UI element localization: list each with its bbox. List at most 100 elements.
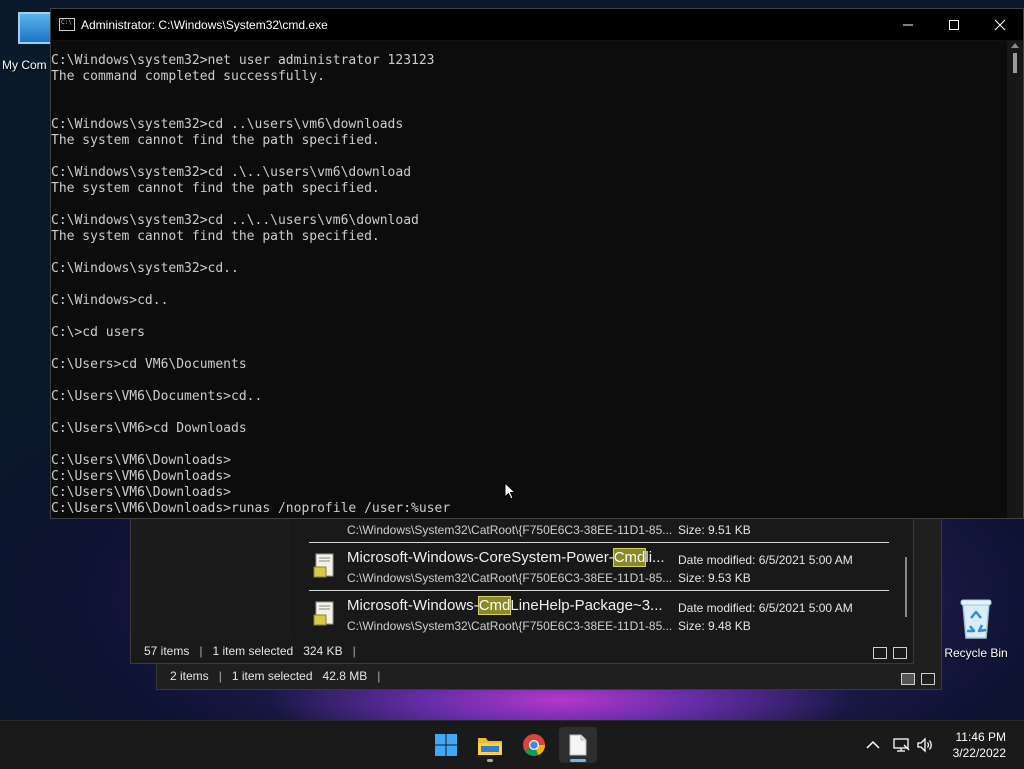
console-line: C:\Users>cd VM6\Documents <box>51 357 247 372</box>
console-line: The system cannot find the path specifie… <box>51 181 380 196</box>
search-results-list[interactable]: C:\Windows\System32\CatRoot\{F750E6C3-38… <box>309 519 909 639</box>
clock-date: 3/22/2022 <box>952 746 1006 760</box>
volume-icon[interactable] <box>916 736 934 754</box>
file-name: Microsoft-Windows-CoreSystem-Power-Cmdli… <box>347 548 665 567</box>
close-button[interactable] <box>977 9 1023 40</box>
file-size: Size: 9.48 KB <box>678 619 751 633</box>
catalog-file-icon <box>313 553 334 578</box>
catalog-file-icon <box>313 601 334 626</box>
console-output[interactable]: C:\Windows\system32>net user administrat… <box>51 53 1007 518</box>
console-line: C:\Windows\system32>net user administrat… <box>51 53 435 68</box>
console-line: The system cannot find the path specifie… <box>51 133 380 148</box>
chrome-icon <box>523 734 545 756</box>
desktop-icon-my-computer[interactable]: My Com <box>0 8 56 72</box>
details-view-button[interactable] <box>873 647 887 659</box>
network-icon[interactable] <box>892 736 910 754</box>
file-explorer-taskbar-button[interactable] <box>471 727 509 763</box>
console-line: C:\Users\VM6\Downloads> <box>51 485 232 500</box>
console-line: C:\Users\VM6\Downloads> <box>51 453 232 468</box>
date-modified: Date modified: 6/5/2021 5:00 AM <box>678 601 853 615</box>
console-line: C:\Windows\system32>cd.. <box>51 261 239 276</box>
file-size: Size: 9.51 KB <box>678 523 751 537</box>
document-icon <box>569 734 587 756</box>
minimize-button[interactable] <box>885 9 931 40</box>
file-path: C:\Windows\System32\CatRoot\{F750E6C3-38… <box>347 523 673 537</box>
details-view-button[interactable] <box>901 673 915 685</box>
desktop-icon-recycle-bin[interactable]: Recycle Bin <box>940 596 1012 660</box>
clock-time: 11:46 PM <box>955 730 1006 744</box>
desktop-icon-label: My Com <box>2 58 47 72</box>
selection-count: 1 item selected <box>212 644 294 658</box>
title-bar[interactable]: Administrator: C:\Windows\System32\cmd.e… <box>51 9 1023 41</box>
scroll-up-icon[interactable] <box>1011 43 1019 48</box>
results-scrollbar[interactable] <box>905 557 907 617</box>
navigation-pane[interactable] <box>131 519 291 639</box>
list-item[interactable]: C:\Windows\System32\CatRoot\{F750E6C3-38… <box>309 519 889 543</box>
console-line: C:\Windows>cd.. <box>51 293 169 308</box>
tiles-view-button[interactable] <box>893 647 907 659</box>
notepad-taskbar-button[interactable] <box>559 727 597 763</box>
file-path: C:\Windows\System32\CatRoot\{F750E6C3-38… <box>347 571 673 585</box>
file-explorer-window[interactable]: C:\Windows\System32\CatRoot\{F750E6C3-38… <box>130 518 914 664</box>
search-highlight: Cmd <box>477 596 512 615</box>
folder-icon <box>478 738 502 755</box>
selection-size: 324 KB <box>303 644 343 658</box>
console-line: C:\Windows\system32>cd ..\users\vm6\down… <box>51 117 404 132</box>
console-line: The command completed successfully. <box>51 69 325 84</box>
chevron-up-icon[interactable] <box>864 736 882 754</box>
console-line: C:\Windows\system32>cd ..\..\users\vm6\d… <box>51 213 419 228</box>
search-highlight: Cmd <box>612 548 647 567</box>
list-item[interactable]: Microsoft-Windows-CoreSystem-Power-Cmdli… <box>309 543 889 591</box>
close-icon <box>994 19 1006 30</box>
window-title: Administrator: C:\Windows\System32\cmd.e… <box>81 17 328 32</box>
scroll-thumb[interactable] <box>1013 53 1017 73</box>
status-bar: 2 items | 1 item selected 42.8 MB | <box>170 669 381 683</box>
minimize-icon <box>903 24 913 25</box>
clock[interactable]: 11:46 PM 3/22/2022 <box>953 729 1006 761</box>
console-line: C:\Users\VM6\Documents>cd.. <box>51 389 263 404</box>
item-count: 2 items <box>170 669 209 683</box>
maximize-button[interactable] <box>931 9 977 40</box>
console-line: C:\>cd users <box>51 325 145 340</box>
date-modified: Date modified: 6/5/2021 5:00 AM <box>678 553 853 567</box>
status-bar: 57 items | 1 item selected 324 KB | <box>144 644 356 658</box>
command-prompt-window[interactable]: Administrator: C:\Windows\System32\cmd.e… <box>50 8 1024 519</box>
file-size: Size: 9.53 KB <box>678 571 751 585</box>
selection-count: 1 item selected <box>231 669 313 683</box>
list-item[interactable]: Microsoft-Windows-CmdLineHelp-Package~3.… <box>309 591 889 639</box>
monitor-icon <box>18 12 52 44</box>
taskbar: 11:46 PM 3/22/2022 <box>0 720 1024 769</box>
cmd-icon <box>59 18 75 31</box>
console-line: C:\Users\VM6\Downloads>runas /noprofile … <box>51 501 451 516</box>
file-path: C:\Windows\System32\CatRoot\{F750E6C3-38… <box>347 619 673 633</box>
desktop-icon-label: Recycle Bin <box>944 646 1008 660</box>
item-count: 57 items <box>144 644 190 658</box>
maximize-icon <box>949 19 959 30</box>
recycle-bin-icon <box>959 596 993 640</box>
view-toggle <box>901 673 935 685</box>
chrome-taskbar-button[interactable] <box>515 727 553 763</box>
windows-logo-icon <box>435 734 457 756</box>
console-line: The system cannot find the path specifie… <box>51 229 380 244</box>
window-controls <box>885 9 1023 40</box>
tiles-view-button[interactable] <box>921 673 935 685</box>
console-line: C:\Users\VM6\Downloads> <box>51 469 232 484</box>
view-toggle <box>873 647 907 659</box>
console-line: C:\Users\VM6>cd Downloads <box>51 421 247 436</box>
mouse-cursor-icon <box>504 482 516 500</box>
console-scrollbar[interactable] <box>1007 41 1023 518</box>
console-line: C:\Windows\system32>cd .\..\users\vm6\do… <box>51 165 412 180</box>
start-button[interactable] <box>427 727 465 763</box>
selection-size: 42.8 MB <box>322 669 368 683</box>
